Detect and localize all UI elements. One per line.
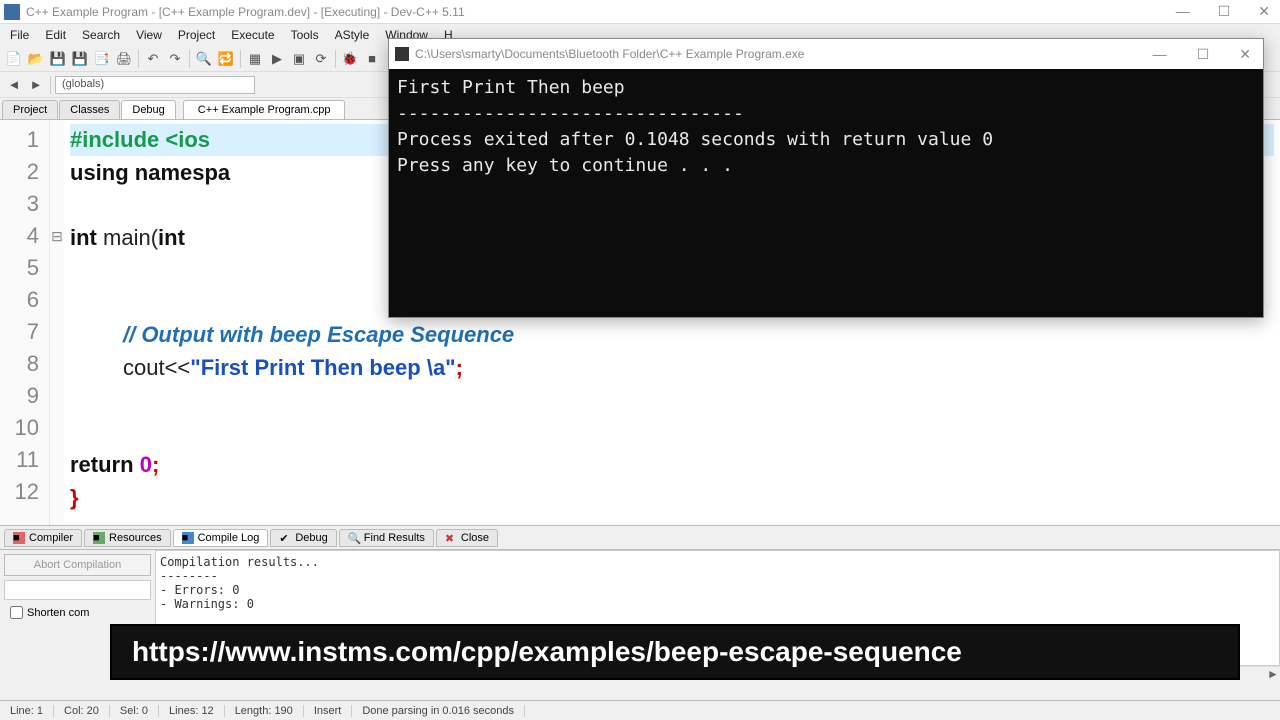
- menu-execute[interactable]: Execute: [223, 26, 282, 44]
- forward-icon[interactable]: ►: [26, 75, 46, 95]
- status-line: Line: 1: [0, 705, 54, 717]
- back-icon[interactable]: ◄: [4, 75, 24, 95]
- rebuild-icon[interactable]: ⟳: [311, 49, 331, 69]
- tab-project[interactable]: Project: [2, 100, 58, 119]
- console-window[interactable]: C:\Users\smarty\Documents\Bluetooth Fold…: [388, 38, 1264, 318]
- menu-search[interactable]: Search: [74, 26, 128, 44]
- btab-find[interactable]: 🔍Find Results: [339, 529, 434, 547]
- close-file-icon[interactable]: 📑: [92, 49, 112, 69]
- open-icon[interactable]: 📂: [26, 49, 46, 69]
- new-file-icon[interactable]: 📄: [4, 49, 24, 69]
- find-icon[interactable]: 🔍: [194, 49, 214, 69]
- save-all-icon[interactable]: 💾: [70, 49, 90, 69]
- stop-icon[interactable]: ■: [362, 49, 382, 69]
- run-icon[interactable]: ▶: [267, 49, 287, 69]
- console-minimize-button[interactable]: —: [1147, 46, 1173, 63]
- status-parse: Done parsing in 0.016 seconds: [352, 705, 525, 717]
- shorten-checkbox[interactable]: [10, 606, 23, 619]
- fold-column: ⊟: [50, 120, 64, 525]
- statusbar: Line: 1 Col: 20 Sel: 0 Lines: 12 Length:…: [0, 700, 1280, 720]
- btab-close[interactable]: ✖Close: [436, 529, 498, 547]
- window-title: C++ Example Program - [C++ Example Progr…: [26, 5, 1170, 19]
- progress-bar: [4, 580, 151, 600]
- scope-combo[interactable]: (globals): [55, 76, 255, 94]
- redo-icon[interactable]: ↷: [165, 49, 185, 69]
- save-icon[interactable]: 💾: [48, 49, 68, 69]
- menu-edit[interactable]: Edit: [37, 26, 74, 44]
- tab-classes[interactable]: Classes: [59, 100, 120, 119]
- console-title: C:\Users\smarty\Documents\Bluetooth Fold…: [415, 47, 1147, 61]
- shorten-checkbox-row[interactable]: Shorten com: [4, 604, 151, 621]
- url-overlay: https://www.instms.com/cpp/examples/beep…: [110, 624, 1240, 680]
- console-output[interactable]: First Print Then beep ------------------…: [389, 69, 1263, 185]
- btab-resources[interactable]: ■Resources: [84, 529, 171, 547]
- console-icon: [395, 47, 409, 61]
- debug-icon[interactable]: 🐞: [340, 49, 360, 69]
- menu-view[interactable]: View: [128, 26, 170, 44]
- fold-toggle-icon[interactable]: ⊟: [50, 220, 64, 252]
- app-icon: [4, 4, 20, 20]
- abort-compilation-button[interactable]: Abort Compilation: [4, 554, 151, 576]
- status-lines: Lines: 12: [159, 705, 225, 717]
- scroll-right-icon[interactable]: ►: [1266, 667, 1280, 681]
- window-titlebar: C++ Example Program - [C++ Example Progr…: [0, 0, 1280, 24]
- close-button[interactable]: ✕: [1252, 3, 1276, 20]
- menu-project[interactable]: Project: [170, 26, 223, 44]
- status-col: Col: 20: [54, 705, 110, 717]
- console-maximize-button[interactable]: ☐: [1191, 46, 1216, 63]
- minimize-button[interactable]: —: [1170, 3, 1196, 20]
- menu-astyle[interactable]: AStyle: [327, 26, 378, 44]
- console-close-button[interactable]: ✕: [1233, 46, 1257, 63]
- console-titlebar[interactable]: C:\Users\smarty\Documents\Bluetooth Fold…: [389, 39, 1263, 69]
- replace-icon[interactable]: 🔁: [216, 49, 236, 69]
- tab-debug[interactable]: Debug: [121, 100, 175, 119]
- editor-tab[interactable]: C++ Example Program.cpp: [183, 100, 346, 119]
- menu-tools[interactable]: Tools: [283, 26, 327, 44]
- btab-compiler[interactable]: ■Compiler: [4, 529, 82, 547]
- btab-compile-log[interactable]: ■Compile Log: [173, 529, 269, 547]
- print-icon[interactable]: 🖨: [114, 49, 134, 69]
- compile-run-icon[interactable]: ▣: [289, 49, 309, 69]
- menu-file[interactable]: File: [2, 26, 37, 44]
- compile-icon[interactable]: ▦: [245, 49, 265, 69]
- status-insert: Insert: [304, 705, 353, 717]
- line-gutter: 123456789101112: [0, 120, 50, 525]
- status-length: Length: 190: [225, 705, 304, 717]
- bottom-tabs: ■Compiler ■Resources ■Compile Log ✔Debug…: [0, 526, 1280, 550]
- status-sel: Sel: 0: [110, 705, 159, 717]
- btab-debug[interactable]: ✔Debug: [270, 529, 336, 547]
- undo-icon[interactable]: ↶: [143, 49, 163, 69]
- maximize-button[interactable]: ☐: [1212, 3, 1237, 20]
